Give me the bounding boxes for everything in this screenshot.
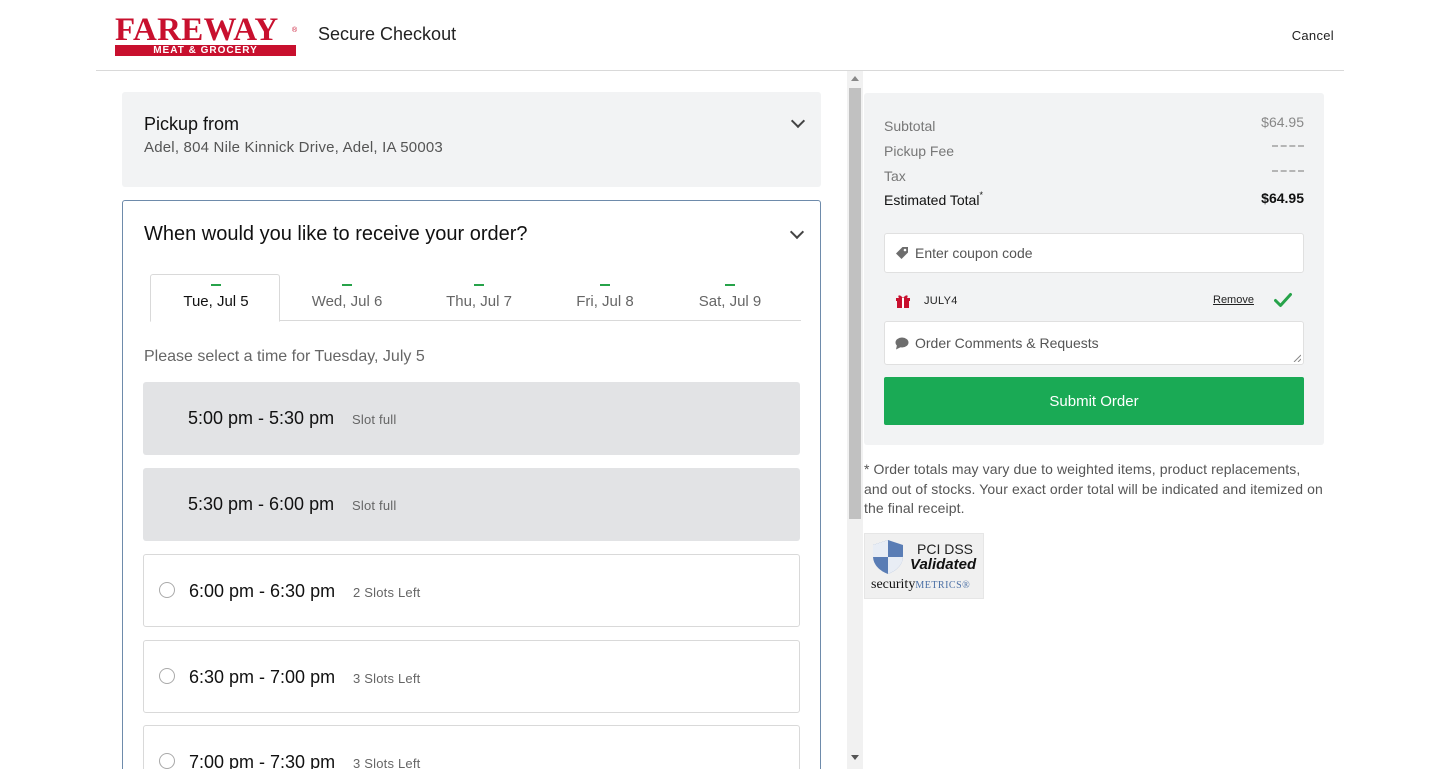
date-tabs: Tue, Jul 5 Wed, Jul 6 Thu, Jul 7 Fri, Ju… xyxy=(150,274,801,322)
remove-coupon-link[interactable]: Remove xyxy=(1213,294,1254,306)
tab-label: Wed, Jul 6 xyxy=(311,293,383,310)
pickup-location-card[interactable]: Pickup from Adel, 804 Nile Kinnick Drive… xyxy=(122,92,821,187)
time-slot: 5:00 pm - 5:30 pm Slot full xyxy=(143,382,800,455)
tab-tue-jul-5[interactable]: Tue, Jul 5 xyxy=(150,274,280,322)
slot-time: 6:30 pm - 7:00 pm xyxy=(189,667,336,687)
pickup-time-card: When would you like to receive your orde… xyxy=(122,200,821,769)
shield-icon xyxy=(873,540,903,574)
order-total-disclaimer: * Order totals may vary due to weighted … xyxy=(864,461,1323,516)
total-footnote-marker: * xyxy=(979,190,983,200)
resize-handle-icon[interactable] xyxy=(1293,354,1301,362)
slot-status: 3 Slots Left xyxy=(353,671,421,686)
applied-coupon-row: JULY4 Remove xyxy=(884,291,1304,311)
tax-label: Tax xyxy=(884,168,906,184)
order-comments-field[interactable] xyxy=(884,321,1304,365)
select-time-prompt: Please select a time for Tuesday, July 5 xyxy=(144,348,425,365)
pci-validated-label: Validated xyxy=(910,556,977,573)
brand-part-b: METRICS xyxy=(915,580,963,591)
tab-sat-jul-9[interactable]: Sat, Jul 9 xyxy=(665,274,795,321)
time-slot[interactable]: 7:00 pm - 7:30 pm 3 Slots Left xyxy=(143,725,800,769)
slot-status: 2 Slots Left xyxy=(353,585,421,600)
time-slot: 5:30 pm - 6:00 pm Slot full xyxy=(143,468,800,541)
scroll-down-arrow-icon[interactable] xyxy=(851,755,859,760)
registered-mark: ® xyxy=(292,27,298,34)
tab-label: Thu, Jul 7 xyxy=(446,293,512,310)
availability-indicator xyxy=(342,284,352,286)
slot-time: 6:00 pm - 6:30 pm xyxy=(189,581,336,601)
pci-dss-label: PCI DSS xyxy=(917,541,974,557)
availability-indicator xyxy=(211,284,221,286)
slot-status: Slot full xyxy=(352,498,397,513)
check-icon xyxy=(1274,293,1292,307)
pickup-fee-row: Pickup Fee xyxy=(884,143,1304,159)
pci-dss-badge[interactable]: PCI DSS Validated securityMETRICS® xyxy=(864,533,984,599)
tab-label: Fri, Jul 8 xyxy=(576,293,634,310)
tag-icon xyxy=(896,247,908,259)
left-panel-scrollbar[interactable] xyxy=(847,71,863,769)
securitymetrics-wordmark: securityMETRICS® xyxy=(871,577,970,593)
pickup-fee-label: Pickup Fee xyxy=(884,143,955,159)
slot-radio[interactable] xyxy=(159,753,175,769)
tab-wed-jul-6[interactable]: Wed, Jul 6 xyxy=(282,274,412,321)
chevron-down-icon[interactable] xyxy=(789,224,805,240)
coupon-input[interactable] xyxy=(915,234,1295,272)
slot-time: 5:30 pm - 6:00 pm xyxy=(188,494,335,514)
estimated-total-label: Estimated Total xyxy=(884,192,980,208)
availability-indicator xyxy=(725,284,735,286)
availability-indicator xyxy=(600,284,610,286)
slot-radio[interactable] xyxy=(159,668,175,684)
scroll-up-arrow-icon[interactable] xyxy=(851,76,859,81)
logo-subtext: MEAT & GROCERY xyxy=(153,45,258,56)
brand-mark: ® xyxy=(962,580,971,591)
pickup-title: Pickup from xyxy=(144,114,240,134)
subtotal-value: $64.95 xyxy=(1261,114,1304,130)
cancel-link[interactable]: Cancel xyxy=(1292,28,1334,43)
pickup-fee-placeholder xyxy=(1272,145,1304,147)
slot-status: Slot full xyxy=(352,412,397,427)
order-summary: Subtotal $64.95 Pickup Fee Tax Estimated… xyxy=(864,93,1324,445)
scrollbar-thumb[interactable] xyxy=(849,88,861,519)
slot-time: 7:00 pm - 7:30 pm xyxy=(189,752,336,769)
tab-label: Sat, Jul 9 xyxy=(698,293,762,310)
time-slot[interactable]: 6:00 pm - 6:30 pm 2 Slots Left xyxy=(143,554,800,627)
comment-icon xyxy=(895,337,909,350)
subtotal-row: Subtotal $64.95 xyxy=(884,114,1304,134)
order-comments-input[interactable] xyxy=(915,322,1301,364)
fareway-logo[interactable]: FAREWAY ® MEAT & GROCERY xyxy=(115,12,298,57)
tax-row: Tax xyxy=(884,168,1304,184)
slot-radio[interactable] xyxy=(159,582,175,598)
slot-time: 5:00 pm - 5:30 pm xyxy=(188,408,335,428)
tab-label: Tue, Jul 5 xyxy=(183,293,249,310)
logo-wordmark: FAREWAY xyxy=(115,12,279,48)
tab-fri-jul-8[interactable]: Fri, Jul 8 xyxy=(540,274,670,321)
tax-placeholder xyxy=(1272,170,1304,172)
estimated-total-row: Estimated Total* $64.95 xyxy=(884,190,1304,208)
subtotal-label: Subtotal xyxy=(884,118,936,134)
checkout-page: FAREWAY ® MEAT & GROCERY Secure Checkout… xyxy=(0,0,1437,769)
availability-indicator xyxy=(474,284,484,286)
submit-order-button[interactable]: Submit Order xyxy=(884,377,1304,425)
page-title: Secure Checkout xyxy=(318,24,457,44)
brand-part-a: security xyxy=(871,577,916,592)
time-slot[interactable]: 6:30 pm - 7:00 pm 3 Slots Left xyxy=(143,640,800,713)
slot-status: 3 Slots Left xyxy=(353,756,421,769)
applied-coupon-code: JULY4 xyxy=(924,295,958,307)
tab-thu-jul-7[interactable]: Thu, Jul 7 xyxy=(414,274,544,321)
header: FAREWAY ® MEAT & GROCERY Secure Checkout… xyxy=(96,0,1344,71)
pickup-address: Adel, 804 Nile Kinnick Drive, Adel, IA 5… xyxy=(144,139,443,156)
gift-icon xyxy=(896,295,910,308)
chevron-down-icon[interactable] xyxy=(790,113,806,129)
estimated-total-value: $64.95 xyxy=(1261,190,1304,206)
pickup-time-title: When would you like to receive your orde… xyxy=(144,223,528,245)
coupon-field[interactable] xyxy=(884,233,1304,273)
